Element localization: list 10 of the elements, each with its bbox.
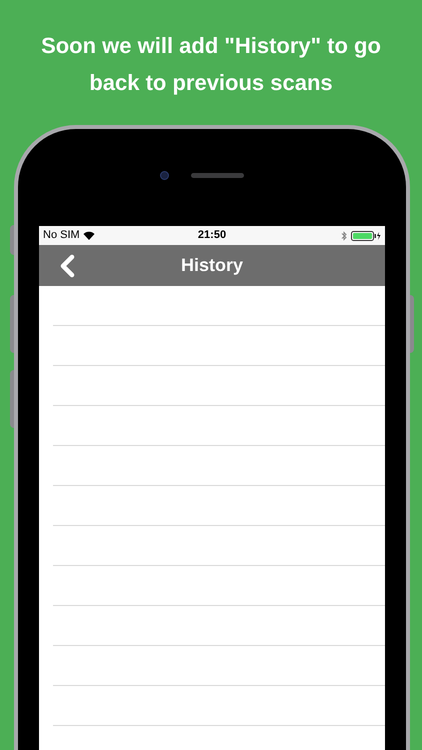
bluetooth-icon	[341, 230, 347, 240]
clock-label: 21:50	[198, 228, 226, 244]
back-chevron-icon	[59, 254, 75, 278]
speaker-grille	[191, 173, 244, 178]
nav-title: History	[180, 254, 243, 277]
battery-icon	[351, 230, 381, 240]
wifi-icon	[82, 231, 95, 240]
headline: Soon we will add "History" to go back to previous scans	[40, 32, 382, 97]
camera-icon	[160, 171, 169, 180]
carrier-label: No SIM	[43, 228, 80, 244]
